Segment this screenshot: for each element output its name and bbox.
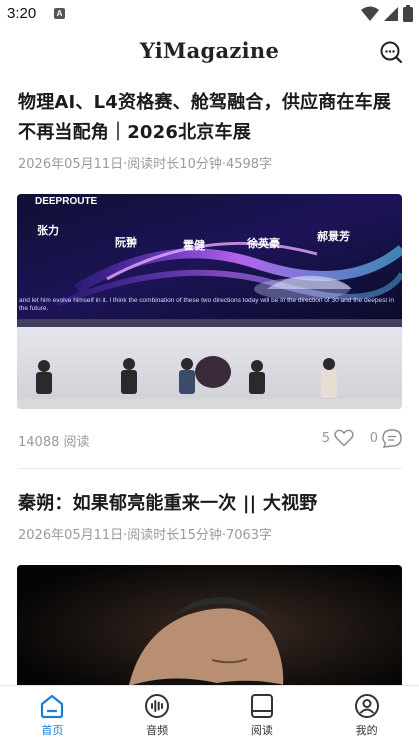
signal-icon: [384, 6, 398, 21]
status-time: 3:20: [7, 5, 37, 22]
tablet-icon: [250, 694, 273, 718]
heart-icon: [334, 429, 354, 447]
read-count-label: 阅读: [63, 435, 90, 450]
article-image[interactable]: [17, 565, 402, 695]
speaker-name: 霍健: [183, 238, 206, 252]
read-count: 14088 阅读: [18, 431, 90, 450]
notification-icon: A: [54, 8, 65, 19]
speaker-name: 阮翀: [115, 235, 137, 249]
speaker-name: 郝景芳: [317, 229, 350, 243]
tab-label: 阅读: [250, 724, 273, 737]
tab-label: 音频: [146, 724, 169, 737]
article-stats: 14088 阅读 5 0: [18, 429, 402, 450]
slide-caption: and let him evolve himself in it. I thin…: [19, 297, 395, 312]
comment-button[interactable]: 0: [370, 429, 402, 448]
read-count-value: 14088: [18, 435, 60, 450]
article-meta: 2026年05月11日·阅读时长15分钟·7063字: [18, 528, 273, 543]
speaker-name: 徐英豪: [246, 236, 280, 250]
status-icons: [361, 5, 413, 22]
user-icon: [354, 694, 379, 718]
brand-text: DEEPROUTE: [35, 196, 98, 207]
app-bar: YiMagazine: [0, 30, 419, 76]
tab-label: 首页: [41, 724, 64, 737]
comment-icon: [382, 429, 402, 448]
home-icon: [41, 694, 64, 719]
divider: [18, 468, 402, 469]
article-meta: 2026年05月11日·阅读时长10分钟·4598字: [18, 157, 273, 172]
tab-label: 我的: [355, 724, 378, 737]
status-bar: 3:20 A: [0, 0, 419, 30]
wifi-icon: [361, 6, 379, 21]
article-image[interactable]: DEEPROUTE 张力 阮翀 霍健 徐英豪 郝景芳 and let him e…: [17, 194, 402, 409]
battery-icon: [403, 5, 413, 22]
bottom-tab-bar: 首页 音频 阅读 我的: [0, 685, 419, 745]
article-headline[interactable]: 物理AI、L4资格赛、舱驾融合，供应商在车展不再当配角｜2026北京车展: [18, 88, 402, 148]
tab-home[interactable]: 首页: [0, 686, 105, 745]
tab-mine[interactable]: 我的: [314, 686, 419, 745]
tab-audio[interactable]: 音频: [105, 686, 210, 745]
tab-read[interactable]: 阅读: [210, 686, 315, 745]
article-headline[interactable]: 秦朔：如果郁亮能重来一次 || 大视野: [18, 489, 402, 519]
speaker-name: 张力: [37, 223, 59, 237]
audio-icon: [145, 694, 170, 718]
app-title: YiMagazine: [139, 38, 280, 63]
like-count: 5: [321, 430, 330, 446]
like-button[interactable]: 5: [322, 429, 354, 447]
search-icon[interactable]: [379, 40, 403, 64]
comment-count: 0: [369, 431, 378, 446]
